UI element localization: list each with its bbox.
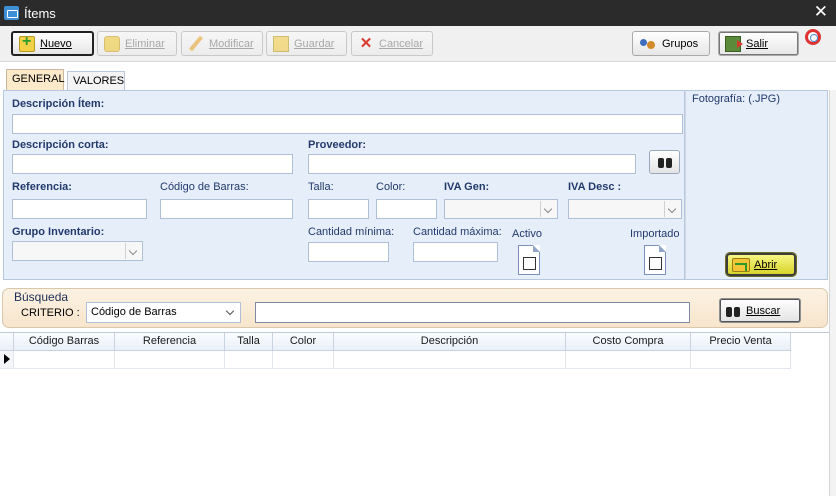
photo-panel: Fotografía: (.JPG) Abrir [685,90,828,280]
grid-cell[interactable] [225,351,273,369]
chevron-down-icon [223,305,238,320]
open-folder-icon [732,257,750,272]
chevron-down-icon [664,201,680,217]
close-icon[interactable]: ✕ [814,2,828,22]
toolbar: Nuevo Eliminar Modificar Guardar ✕ Cance… [0,26,836,62]
lifebuoy-help-icon[interactable] [805,29,821,45]
cantidad-minima-input[interactable] [308,242,389,262]
tab-valores[interactable]: VALORES [67,71,125,91]
cancelar-button[interactable]: ✕ Cancelar [351,31,433,56]
general-panel: Descripción Ítem: Descripción corta: Pro… [3,90,685,280]
descripcion-item-label: Descripción Ítem: [12,98,105,110]
cantidad-maxima-input[interactable] [413,242,498,262]
column-header[interactable]: Precio Venta [691,333,791,351]
tab-general[interactable]: GENERAL [6,69,65,91]
pencil-icon [188,36,204,52]
iva-desc-label: IVA Desc : [568,181,622,193]
grid-cell[interactable] [334,351,566,369]
proveedor-label: Proveedor: [308,139,367,151]
guardar-label: Guardar [294,37,335,50]
title-bar: Ítems ✕ [0,0,836,26]
proveedor-search-button[interactable] [649,150,680,174]
grid-cell[interactable] [14,351,115,369]
importado-checkbox[interactable] [644,245,666,275]
buscar-button[interactable]: Buscar [719,298,801,323]
modificar-label: Modificar [209,37,254,50]
results-grid: Código Barras Referencia Talla Color Des… [0,332,836,496]
column-header[interactable]: Costo Compra [566,333,691,351]
iva-desc-select[interactable] [568,199,682,219]
window-title: Ítems [24,6,56,21]
save-icon [273,35,289,52]
importado-label: Importado [630,228,680,240]
nuevo-label: Nuevo [40,37,72,50]
chevron-down-icon [540,201,556,217]
window-right-edge [829,90,836,496]
cancelar-label: Cancelar [379,37,424,50]
search-panel: Búsqueda CRITERIO : Código de Barras Bus… [2,288,828,328]
activo-label: Activo [512,228,542,240]
chevron-down-icon [125,243,141,259]
eliminar-button[interactable]: Eliminar [97,31,177,56]
grid-cell[interactable] [115,351,225,369]
codigo-barras-label: Código de Barras: [160,181,249,193]
grupos-button[interactable]: Grupos [632,31,710,56]
grupo-inventario-select[interactable] [12,241,143,261]
binoculars-icon [726,305,740,317]
grid-cell[interactable] [566,351,691,369]
salir-button[interactable]: Salir [718,31,799,56]
descripcion-corta-label: Descripción corta: [12,139,109,151]
descripcion-item-input[interactable] [12,114,683,134]
modificar-button[interactable]: Modificar [181,31,263,56]
criterio-select[interactable]: Código de Barras [86,302,241,323]
talla-label: Talla: [308,181,334,193]
grupos-label: Grupos [662,37,699,50]
current-row-arrow-icon [4,354,10,364]
eliminar-label: Eliminar [125,37,165,50]
photo-title: Fotografía: (.JPG) [692,93,781,105]
cantidad-minima-label: Cantidad mínima: [308,226,395,238]
grid-cell[interactable] [273,351,334,369]
grid-cell[interactable] [691,351,791,369]
cantidad-maxima-label: Cantidad máxima: [413,226,502,238]
buscar-label: Buscar [746,304,781,317]
referencia-input[interactable] [12,199,147,219]
grid-header: Código Barras Referencia Talla Color Des… [0,333,791,351]
criterio-label: CRITERIO : [21,307,80,319]
criterio-value: Código de Barras [91,306,177,318]
search-title: Búsqueda [14,290,69,304]
column-header[interactable]: Descripción [334,333,566,351]
nuevo-button[interactable]: Nuevo [11,31,94,56]
proveedor-input[interactable] [308,154,636,174]
abrir-button[interactable]: Abrir [725,252,797,277]
guardar-button[interactable]: Guardar [266,31,347,56]
abrir-label: Abrir [754,258,778,271]
talla-input[interactable] [308,199,369,219]
column-header[interactable]: Talla [225,333,273,351]
column-header[interactable]: Código Barras [14,333,115,351]
binoculars-icon [658,156,672,168]
column-header[interactable]: Color [273,333,334,351]
delete-icon [104,35,120,52]
grupo-inventario-label: Grupo Inventario: [12,226,105,238]
column-header[interactable]: Referencia [115,333,225,351]
activo-checkbox[interactable] [518,245,540,275]
app-window-icon [4,6,19,20]
row-header-corner [0,333,14,351]
exit-door-icon [725,35,743,52]
color-label: Color: [376,181,406,193]
search-input[interactable] [255,302,690,323]
descripcion-corta-input[interactable] [12,154,293,174]
new-document-icon [19,33,35,52]
codigo-barras-input[interactable] [160,199,293,219]
iva-gen-select[interactable] [444,199,558,219]
color-input[interactable] [376,199,437,219]
group-users-icon [639,36,657,52]
referencia-label: Referencia: [12,181,72,193]
iva-gen-label: IVA Gen: [444,181,490,193]
table-row[interactable] [0,351,791,369]
salir-label: Salir [746,37,769,50]
cancel-x-icon: ✕ [359,34,373,52]
